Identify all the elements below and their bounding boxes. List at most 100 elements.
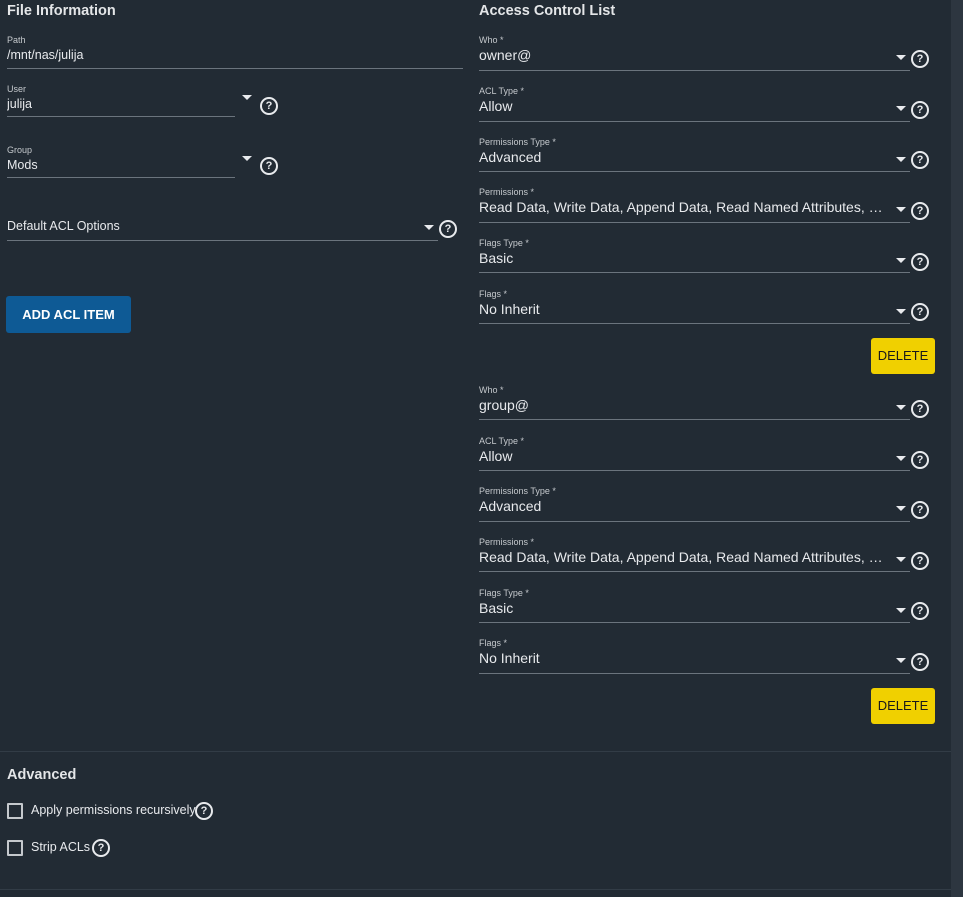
group-label: Group — [7, 145, 33, 155]
access-control-list-title: Access Control List — [479, 3, 616, 19]
user-label: User — [7, 84, 27, 94]
group-value: Mods — [7, 158, 38, 172]
permissions-type-underline — [479, 171, 910, 172]
strip-acls-help-icon[interactable]: ? — [92, 839, 110, 857]
who-help-icon[interactable]: ? — [911, 400, 929, 418]
permissions-chevron-down-icon[interactable] — [896, 207, 906, 212]
flags-type-value: Basic — [479, 250, 514, 266]
flags-value: No Inherit — [479, 301, 540, 317]
permissions-value: Read Data, Write Data, Append Data, Read… — [479, 549, 889, 565]
path-field[interactable]: Path /mnt/nas/julija — [7, 34, 463, 69]
acl-type-chevron-down-icon[interactable] — [896, 106, 906, 111]
permissions-help-icon[interactable]: ? — [911, 552, 929, 570]
flags-type-select[interactable]: Flags Type * Basic — [479, 237, 910, 273]
acl-type-label: ACL Type * — [479, 86, 525, 96]
permissions-label: Permissions * — [479, 187, 535, 197]
who-value: owner@ — [479, 47, 532, 63]
acl-type-help-icon[interactable]: ? — [911, 451, 929, 469]
permissions-select[interactable]: Permissions * Read Data, Write Data, App… — [479, 186, 910, 223]
flags-type-label: Flags Type * — [479, 588, 529, 598]
flags-type-underline — [479, 272, 910, 273]
default-acl-underline — [7, 240, 438, 241]
scrollbar[interactable] — [951, 0, 963, 897]
flags-type-help-icon[interactable]: ? — [911, 602, 929, 620]
permissions-type-value: Advanced — [479, 149, 542, 165]
flags-type-chevron-down-icon[interactable] — [896, 608, 906, 613]
footer-divider — [0, 889, 951, 890]
advanced-title: Advanced — [7, 767, 77, 783]
permissions-type-label: Permissions Type * — [479, 137, 556, 147]
delete-button[interactable]: DELETE — [871, 338, 935, 374]
who-select[interactable]: Who * group@ — [479, 384, 910, 420]
path-underline — [7, 68, 463, 69]
file-information-title: File Information — [7, 3, 116, 19]
delete-button[interactable]: DELETE — [871, 688, 935, 724]
acl-type-help-icon[interactable]: ? — [911, 101, 929, 119]
group-chevron-down-icon[interactable] — [242, 156, 252, 161]
flags-label: Flags * — [479, 289, 508, 299]
apply-recursively-checkbox[interactable] — [7, 803, 23, 819]
permissions-type-select[interactable]: Permissions Type * Advanced — [479, 485, 910, 522]
permissions-chevron-down-icon[interactable] — [896, 557, 906, 562]
flags-chevron-down-icon[interactable] — [896, 309, 906, 314]
flags-chevron-down-icon[interactable] — [896, 658, 906, 663]
flags-help-icon[interactable]: ? — [911, 303, 929, 321]
acl-type-underline — [479, 470, 910, 471]
section-divider — [0, 751, 951, 752]
user-help-icon[interactable]: ? — [260, 97, 278, 115]
group-underline — [7, 177, 235, 178]
flags-select[interactable]: Flags * No Inherit — [479, 288, 910, 324]
acl-type-underline — [479, 121, 910, 122]
flags-type-help-icon[interactable]: ? — [911, 253, 929, 271]
apply-recursively-label[interactable]: Apply permissions recursively — [31, 803, 196, 817]
permissions-type-chevron-down-icon[interactable] — [896, 506, 906, 511]
permissions-type-help-icon[interactable]: ? — [911, 151, 929, 169]
flags-type-select[interactable]: Flags Type * Basic — [479, 587, 910, 623]
default-acl-options-select[interactable]: Default ACL Options — [7, 217, 438, 241]
flags-underline — [479, 673, 910, 674]
default-acl-help-icon[interactable]: ? — [439, 220, 457, 238]
who-select[interactable]: Who * owner@ — [479, 34, 910, 71]
flags-type-label: Flags Type * — [479, 238, 529, 248]
acl-type-chevron-down-icon[interactable] — [896, 456, 906, 461]
acl-type-value: Allow — [479, 98, 513, 114]
apply-recursively-help-icon[interactable]: ? — [195, 802, 213, 820]
permissions-value: Read Data, Write Data, Append Data, Read… — [479, 199, 889, 215]
permissions-help-icon[interactable]: ? — [911, 202, 929, 220]
who-underline — [479, 419, 910, 420]
add-acl-item-button[interactable]: ADD ACL ITEM — [6, 296, 131, 333]
flags-help-icon[interactable]: ? — [911, 653, 929, 671]
permissions-type-chevron-down-icon[interactable] — [896, 157, 906, 162]
default-acl-options-value: Default ACL Options — [7, 219, 120, 233]
permissions-type-value: Advanced — [479, 498, 542, 514]
who-help-icon[interactable]: ? — [911, 50, 929, 68]
who-label: Who * — [479, 35, 504, 45]
who-chevron-down-icon[interactable] — [896, 55, 906, 60]
strip-acls-checkbox[interactable] — [7, 840, 23, 856]
permissions-select[interactable]: Permissions * Read Data, Write Data, App… — [479, 536, 910, 572]
flags-type-chevron-down-icon[interactable] — [896, 258, 906, 263]
acl-type-select[interactable]: ACL Type * Allow — [479, 435, 910, 471]
group-select[interactable]: Group Mods — [7, 144, 235, 178]
strip-acls-label[interactable]: Strip ACLs — [31, 840, 90, 854]
user-chevron-down-icon[interactable] — [242, 95, 252, 100]
default-acl-chevron-down-icon[interactable] — [424, 225, 434, 230]
permissions-label: Permissions * — [479, 537, 535, 547]
permissions-type-help-icon[interactable]: ? — [911, 501, 929, 519]
acl-type-select[interactable]: ACL Type * Allow — [479, 85, 910, 122]
group-help-icon[interactable]: ? — [260, 157, 278, 175]
who-chevron-down-icon[interactable] — [896, 405, 906, 410]
flags-select[interactable]: Flags * No Inherit — [479, 637, 910, 674]
permissions-underline — [479, 571, 910, 572]
acl-type-value: Allow — [479, 448, 513, 464]
flags-label: Flags * — [479, 638, 508, 648]
flags-type-value: Basic — [479, 600, 514, 616]
who-underline — [479, 70, 910, 71]
permissions-type-select[interactable]: Permissions Type * Advanced — [479, 136, 910, 172]
who-value: group@ — [479, 397, 530, 413]
who-label: Who * — [479, 385, 504, 395]
user-underline — [7, 116, 235, 117]
acl-type-label: ACL Type * — [479, 436, 525, 446]
permissions-underline — [479, 222, 910, 223]
user-select[interactable]: User julija — [7, 83, 235, 117]
